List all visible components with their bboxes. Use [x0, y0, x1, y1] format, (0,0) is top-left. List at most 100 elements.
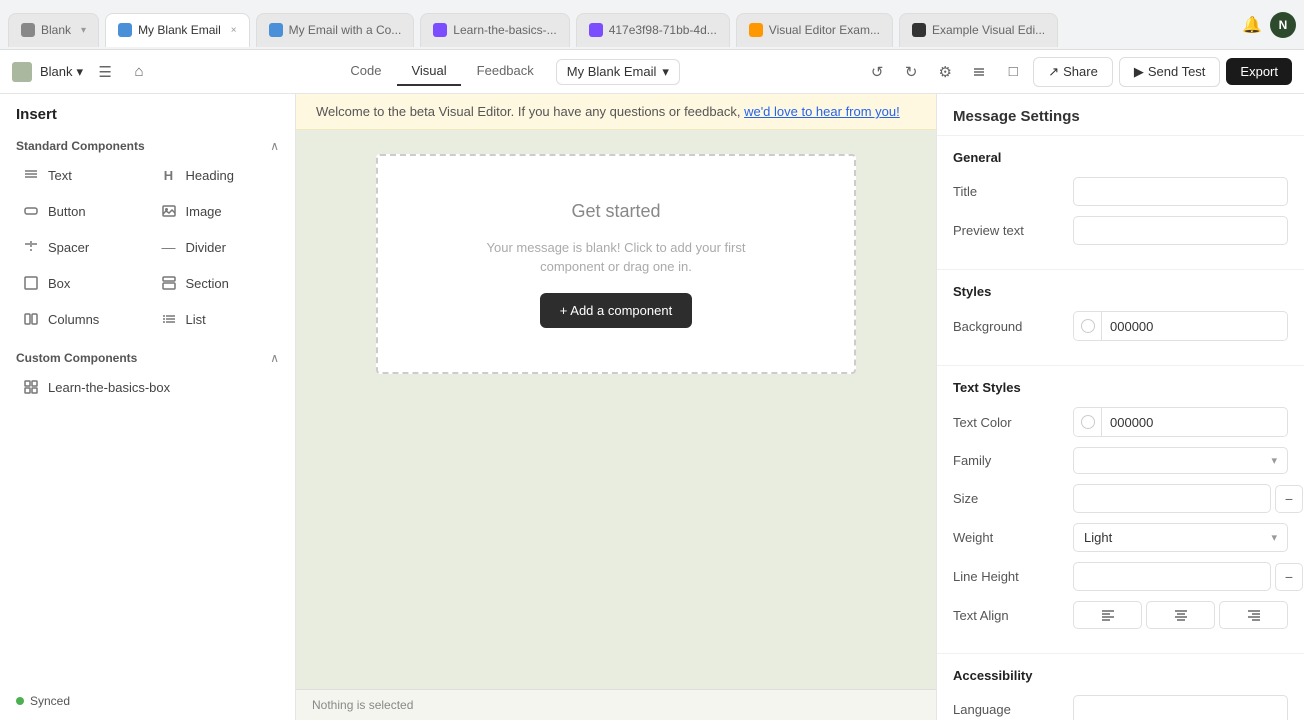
panel-section-text-styles: Text Styles Text Color Family ▾ — [937, 366, 1304, 654]
tab-visual-editor-exam[interactable]: Visual Editor Exam... — [736, 13, 893, 47]
text-color-circle — [1081, 415, 1095, 429]
send-test-label: Send Test — [1148, 64, 1206, 79]
tab-label-learn-basics: Learn-the-basics-... — [453, 23, 556, 37]
standard-collapse-button[interactable]: ∧ — [270, 139, 279, 153]
tab-label-my-blank-email: My Blank Email — [138, 23, 221, 37]
background-color-input[interactable] — [1102, 313, 1288, 340]
tab-label-visual-editor-exam: Visual Editor Exam... — [769, 23, 880, 37]
component-item-spacer[interactable]: Spacer — [12, 231, 146, 263]
tab-visual[interactable]: Visual — [397, 57, 460, 86]
redo-button[interactable]: ↻ — [897, 58, 925, 86]
tab-example-visual-edi[interactable]: Example Visual Edi... — [899, 13, 1058, 47]
align-left-button[interactable] — [1073, 601, 1142, 629]
button-icon — [22, 203, 40, 219]
component-label-image: Image — [186, 204, 222, 219]
title-input[interactable] — [1073, 177, 1288, 206]
weight-select[interactable]: Light ▾ — [1073, 523, 1288, 552]
line-height-input[interactable] — [1073, 562, 1271, 591]
accessibility-section-title: Accessibility — [953, 668, 1288, 683]
main-layout: Insert Standard Components ∧ Text H Head… — [0, 94, 1304, 720]
add-component-button[interactable]: + Add a component — [540, 293, 692, 328]
send-test-button[interactable]: ▶ Send Test — [1119, 57, 1221, 87]
undo-button[interactable]: ↺ — [863, 58, 891, 86]
tab-favicon-417e — [589, 23, 603, 37]
component-item-divider[interactable]: — Divider — [150, 231, 284, 263]
share-label: Share — [1063, 64, 1098, 79]
field-row-text-color: Text Color — [953, 407, 1288, 437]
tab-close-my-blank-email[interactable]: × — [231, 25, 237, 36]
background-color-swatch[interactable] — [1074, 312, 1102, 340]
component-item-image[interactable]: Image — [150, 195, 284, 227]
avatar[interactable]: N — [1270, 12, 1296, 38]
custom-collapse-button[interactable]: ∧ — [270, 351, 279, 365]
canvas: Welcome to the beta Visual Editor. If yo… — [296, 94, 936, 720]
language-input[interactable] — [1073, 695, 1288, 720]
tab-blank[interactable]: Blank ▾ — [8, 13, 99, 47]
email-selector[interactable]: My Blank Email ▾ — [556, 59, 680, 85]
notice-link[interactable]: we'd love to hear from you! — [744, 104, 900, 119]
list-icon — [160, 311, 178, 327]
component-item-heading[interactable]: H Heading — [150, 159, 284, 191]
size-decrement-button[interactable]: − — [1275, 485, 1303, 513]
field-label-text-align: Text Align — [953, 608, 1073, 623]
component-item-section[interactable]: Section — [150, 267, 284, 299]
text-styles-section-title: Text Styles — [953, 380, 1288, 395]
size-field: − + — [1073, 484, 1304, 513]
canvas-placeholder-text: Your message is blank! Click to add your… — [487, 238, 746, 277]
tab-feedback[interactable]: Feedback — [463, 57, 548, 86]
standard-section-header: Standard Components ∧ — [0, 131, 295, 159]
app-bar-icons: ☰ ⌂ — [91, 58, 153, 86]
sidebar-title: Insert — [16, 106, 57, 123]
size-input[interactable] — [1073, 484, 1271, 513]
component-item-list[interactable]: List — [150, 303, 284, 335]
tab-my-email-co[interactable]: My Email with a Co... — [256, 13, 415, 47]
editor-mode-tabs: Code Visual Feedback — [336, 57, 547, 86]
field-row-preview-text: Preview text — [953, 216, 1288, 245]
notification-icon[interactable]: 🔔 — [1242, 15, 1262, 35]
section-icon — [160, 275, 178, 291]
component-item-box[interactable]: Box — [12, 267, 146, 299]
settings-button[interactable]: ⚙ — [931, 58, 959, 86]
tab-close-blank[interactable]: ▾ — [81, 25, 86, 36]
tab-favicon-visual-editor-exam — [749, 23, 763, 37]
custom-item-learn-the-basics-box[interactable]: Learn-the-basics-box — [12, 371, 283, 403]
text-color-input[interactable] — [1102, 409, 1288, 436]
component-item-text[interactable]: Text — [12, 159, 146, 191]
field-label-line-height: Line Height — [953, 569, 1073, 584]
panel-section-accessibility: Accessibility Language Text Direction Au… — [937, 654, 1304, 720]
app-name-label: Blank — [40, 64, 73, 79]
align-right-button[interactable] — [1219, 601, 1288, 629]
field-row-weight: Weight Light ▾ — [953, 523, 1288, 552]
tab-favicon-my-email-co — [269, 23, 283, 37]
component-item-columns[interactable]: Columns — [12, 303, 146, 335]
align-center-button[interactable] — [1146, 601, 1215, 629]
heading-icon: H — [160, 168, 178, 183]
field-label-language: Language — [953, 702, 1073, 717]
field-row-line-height: Line Height − + — [953, 562, 1288, 591]
tab-417e[interactable]: 417e3f98-71bb-4d... — [576, 13, 730, 47]
share-button[interactable]: ↗ Share — [1033, 57, 1113, 87]
tab-learn-basics[interactable]: Learn-the-basics-... — [420, 13, 569, 47]
tab-favicon-example-visual-edi — [912, 23, 926, 37]
background-color-circle — [1081, 319, 1095, 333]
tab-my-blank-email[interactable]: My Blank Email × — [105, 13, 250, 47]
preview-text-input[interactable] — [1073, 216, 1288, 245]
canvas-area[interactable]: Get started Your message is blank! Click… — [296, 130, 936, 689]
hamburger-icon[interactable]: ☰ — [91, 58, 119, 86]
family-select[interactable]: ▾ — [1073, 447, 1288, 474]
export-button[interactable]: Export — [1226, 58, 1292, 85]
right-panel: Message Settings General Title Preview t… — [936, 94, 1304, 720]
component-item-button[interactable]: Button — [12, 195, 146, 227]
text-color-swatch[interactable] — [1074, 408, 1102, 436]
field-row-family: Family ▾ — [953, 447, 1288, 474]
notice-bar: Welcome to the beta Visual Editor. If yo… — [296, 94, 936, 130]
tab-code[interactable]: Code — [336, 57, 395, 86]
save-button[interactable]: □ — [999, 58, 1027, 86]
home-icon[interactable]: ⌂ — [125, 58, 153, 86]
app-name[interactable]: Blank ▾ — [40, 64, 83, 80]
notice-text: Welcome to the beta Visual Editor. If yo… — [316, 104, 740, 119]
field-label-background: Background — [953, 319, 1073, 334]
line-height-decrement-button[interactable]: − — [1275, 563, 1303, 591]
sliders-button[interactable] — [965, 58, 993, 86]
field-label-text-color: Text Color — [953, 415, 1073, 430]
